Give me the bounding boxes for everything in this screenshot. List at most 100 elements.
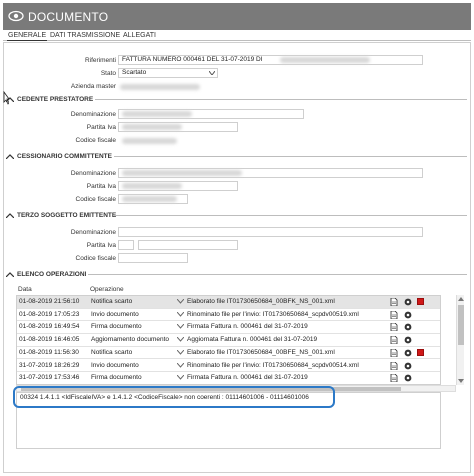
tab-generale[interactable]: GENERALE bbox=[7, 31, 48, 41]
chevron-up-icon bbox=[6, 153, 14, 159]
riferimenti-field[interactable]: FATTURA NUMERO 000461 DEL 31-07-2019 DI bbox=[118, 55, 423, 65]
document-icon[interactable] bbox=[390, 361, 398, 370]
window-title: DOCUMENTO bbox=[28, 10, 109, 24]
scroll-up-arrow-icon[interactable] bbox=[458, 296, 464, 301]
redacted-text bbox=[122, 170, 242, 176]
cedente-denominazione-label: Denominazione bbox=[70, 111, 116, 118]
row-description: Rinominato file per l'invio: IT017306506… bbox=[187, 310, 359, 318]
azienda-master-label: Azienda master bbox=[70, 83, 116, 90]
row-operation: Firma documento bbox=[91, 374, 142, 382]
row-description: Firmata Fattura n. 000461 del 31-07-2019 bbox=[187, 374, 308, 382]
document-icon[interactable] bbox=[390, 323, 398, 332]
chevron-up-icon bbox=[6, 271, 14, 277]
table-row[interactable]: 31-07-2019 18:26:29 Invio documento Rinomi… bbox=[17, 360, 440, 372]
row-date: 01-08-2019 11:56:30 bbox=[19, 348, 79, 356]
chevron-down-icon[interactable] bbox=[177, 337, 184, 342]
section-terzo-soggetto[interactable]: TERZO SOGGETTO EMITTENTE bbox=[6, 212, 116, 219]
column-header-operazione[interactable]: Operazione bbox=[90, 286, 124, 293]
redacted-text bbox=[122, 183, 182, 189]
row-description: Aggiornata Fattura n. 000461 del 31-07-2… bbox=[187, 336, 318, 344]
gear-icon[interactable] bbox=[404, 336, 412, 344]
row-date: 01-08-2019 16:46:05 bbox=[19, 336, 80, 344]
cessionario-denominazione-label: Denominazione bbox=[70, 170, 116, 177]
gear-icon[interactable] bbox=[404, 362, 412, 370]
row-date: 31-07-2019 18:26:29 bbox=[19, 361, 80, 369]
cessionario-codice-fiscale-label: Codice fiscale bbox=[75, 196, 116, 203]
row-date: 01-08-2019 21:56:10 bbox=[19, 298, 80, 305]
red-flag-icon[interactable] bbox=[417, 298, 424, 305]
table-row[interactable]: 01-08-2019 16:46:05 Aggiornamento documen… bbox=[17, 334, 440, 347]
cedente-codice-fiscale-label: Codice fiscale bbox=[75, 137, 116, 144]
stato-label: Stato bbox=[100, 70, 116, 77]
vertical-scrollbar[interactable] bbox=[456, 295, 464, 385]
gear-icon[interactable] bbox=[404, 311, 412, 319]
riferimenti-label: Riferimenti bbox=[84, 57, 116, 64]
divider bbox=[95, 99, 467, 100]
row-operation: Notifica scarto bbox=[91, 298, 133, 305]
window-titlebar: DOCUMENTO bbox=[3, 3, 471, 30]
red-flag-icon[interactable] bbox=[417, 348, 424, 356]
gear-icon[interactable] bbox=[404, 298, 412, 306]
terzo-denominazione-field[interactable] bbox=[118, 227, 423, 237]
tab-bar: GENERALE DATI TRASMISSIONE ALLEGATI bbox=[3, 30, 471, 41]
chevron-up-icon bbox=[6, 212, 14, 218]
scroll-down-arrow-icon[interactable] bbox=[458, 379, 464, 384]
scrollbar-thumb[interactable] bbox=[458, 305, 464, 345]
table-row[interactable]: 01-08-2019 17:05:23 Invio documento Rinomi… bbox=[17, 309, 440, 322]
terzo-denominazione-label: Denominazione bbox=[70, 229, 116, 236]
document-icon[interactable] bbox=[390, 348, 398, 357]
chevron-down-icon[interactable] bbox=[177, 349, 184, 355]
divider bbox=[114, 215, 467, 216]
table-row[interactable]: 31-07-2019 17:53:46 Firma documento Firmat… bbox=[17, 372, 440, 384]
row-date: 31-07-2019 17:53:46 bbox=[19, 374, 80, 382]
row-date: 01-08-2019 16:49:54 bbox=[19, 323, 80, 331]
column-header-data[interactable]: Data bbox=[18, 286, 32, 293]
table-row[interactable]: 01-08-2019 11:56:30 Notifica scarto Elabor… bbox=[17, 347, 440, 360]
stato-select[interactable]: Scartato bbox=[118, 68, 218, 78]
document-icon[interactable] bbox=[390, 310, 398, 319]
table-row[interactable]: 01-08-2019 21:56:10 Notifica scarto Elabor… bbox=[17, 296, 440, 309]
chevron-down-icon[interactable] bbox=[177, 362, 184, 368]
cedente-partita-iva-label: Partita Iva bbox=[86, 124, 116, 131]
redacted-text bbox=[122, 124, 182, 130]
redacted-text bbox=[120, 84, 200, 90]
highlight-annotation bbox=[13, 386, 335, 408]
chevron-down-icon bbox=[209, 71, 215, 75]
document-icon[interactable] bbox=[390, 298, 398, 306]
tab-dati-trasmissione[interactable]: DATI TRASMISSIONE bbox=[49, 31, 121, 40]
document-icon[interactable] bbox=[390, 374, 398, 383]
divider bbox=[114, 156, 467, 157]
document-icon[interactable] bbox=[390, 336, 398, 345]
row-description: Elaborato file IT01730650684_00BFK_NS_00… bbox=[187, 298, 335, 305]
terzo-paese-field[interactable] bbox=[118, 240, 134, 250]
chevron-down-icon[interactable] bbox=[177, 299, 184, 304]
gear-icon[interactable] bbox=[404, 349, 412, 357]
chevron-down-icon[interactable] bbox=[177, 324, 184, 330]
row-operation: Invio documento bbox=[91, 361, 139, 369]
row-description: Firmata Fattura n. 000461 del 31-07-2019 bbox=[187, 323, 308, 331]
cessionario-partita-iva-label: Partita Iva bbox=[86, 183, 116, 190]
divider bbox=[88, 274, 467, 275]
section-cessionario[interactable]: CESSIONARIO COMMITTENTE bbox=[6, 153, 112, 160]
terzo-partita-iva-field[interactable] bbox=[138, 240, 238, 250]
section-cedente[interactable]: CEDENTE PRESTATORE bbox=[6, 96, 93, 103]
redacted-text bbox=[122, 196, 177, 202]
redacted-text bbox=[122, 138, 177, 144]
redacted-text bbox=[122, 111, 192, 117]
chevron-down-icon[interactable] bbox=[177, 375, 184, 380]
tab-allegati[interactable]: ALLEGATI bbox=[122, 31, 157, 40]
row-operation: Invio documento bbox=[91, 310, 139, 318]
terzo-codice-fiscale-field[interactable] bbox=[118, 253, 188, 263]
section-elenco-operazioni[interactable]: ELENCO OPERAZIONI bbox=[6, 271, 86, 278]
gear-icon[interactable] bbox=[404, 374, 412, 382]
row-operation: Firma documento bbox=[91, 323, 142, 331]
row-description: Rinominato file per l'invio: IT017306506… bbox=[187, 361, 359, 369]
row-date: 01-08-2019 17:05:23 bbox=[19, 310, 80, 318]
gear-icon[interactable] bbox=[404, 323, 412, 331]
table-row[interactable]: 01-08-2019 16:49:54 Firma documento Firmat… bbox=[17, 321, 440, 334]
row-description: Elaborato file IT01730650684_00BFE_NS_00… bbox=[187, 348, 335, 356]
chevron-down-icon[interactable] bbox=[177, 311, 184, 317]
operations-table: 01-08-2019 21:56:10 Notifica scarto Elabor… bbox=[16, 295, 441, 385]
row-operation: Notifica scarto bbox=[91, 348, 133, 356]
chevron-up-icon bbox=[6, 96, 14, 102]
